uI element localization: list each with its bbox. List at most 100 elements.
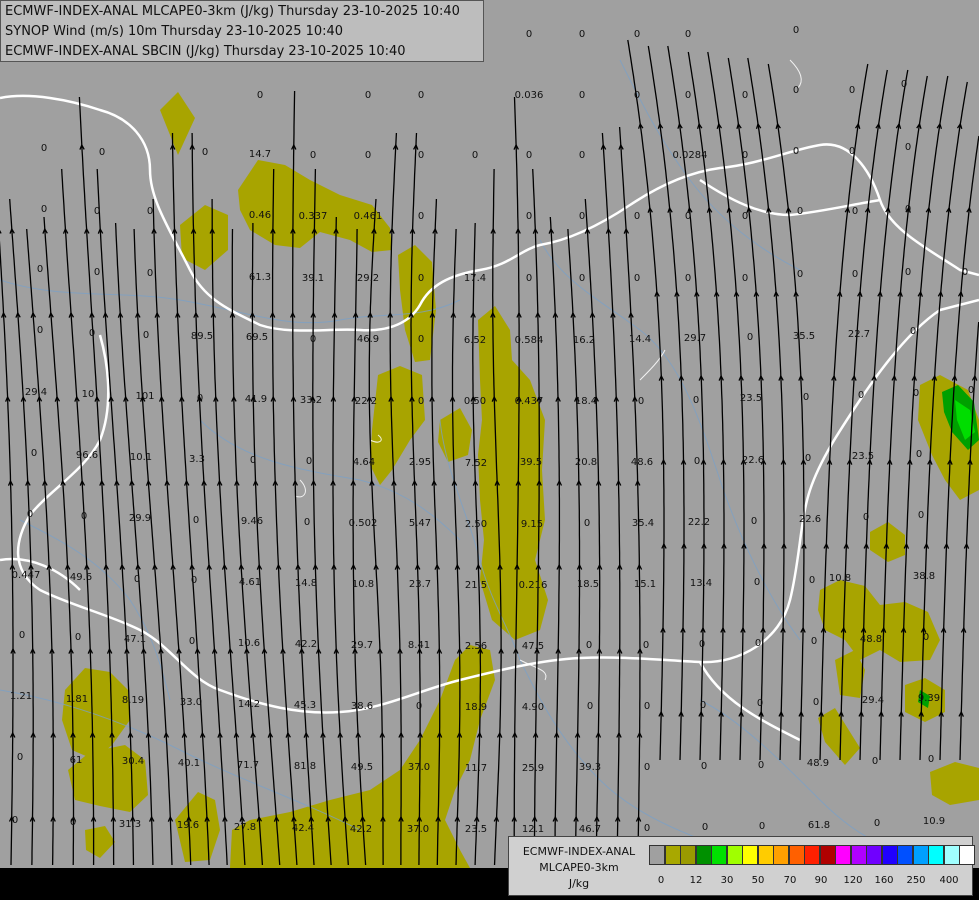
sbcin-label: 0 [418, 334, 424, 345]
sbcin-label: 0 [27, 509, 33, 520]
sbcin-label: 18.9 [465, 702, 487, 713]
sbcin-label: 0 [910, 326, 916, 337]
sbcin-label: 0 [418, 396, 424, 407]
sbcin-label: 0 [189, 636, 195, 647]
sbcin-label: 0 [758, 760, 764, 771]
sbcin-label: 0 [310, 150, 316, 161]
sbcin-label: 0 [638, 396, 644, 407]
legend-swatch [804, 845, 820, 865]
streamline [618, 126, 641, 866]
sbcin-label: 0.50 [464, 396, 486, 407]
sbcin-label: 21.5 [465, 580, 487, 591]
sbcin-label: 0 [193, 515, 199, 526]
sbcin-label: 0 [809, 575, 815, 586]
sbcin-label: 42.2 [350, 824, 372, 835]
sbcin-label: 39.1 [302, 273, 324, 284]
sbcin-label: 0 [304, 517, 310, 528]
legend-swatch [866, 845, 882, 865]
sbcin-label: 0 [962, 267, 968, 278]
legend-swatch [742, 845, 758, 865]
title-line-sbcin: ECMWF-INDEX-ANAL SBCIN (J/kg) Thursday 2… [5, 44, 406, 59]
sbcin-label: 49.6 [70, 572, 92, 583]
streamline [389, 132, 402, 866]
title-line-wind: SYNOP Wind (m/s) 10m Thursday 23-10-2025… [5, 24, 344, 39]
sbcin-label: 0 [742, 150, 748, 161]
sbcin-label: 49.5 [351, 762, 373, 773]
sbcin-label: 0 [75, 632, 81, 643]
sbcin-label: 0 [685, 211, 691, 222]
sbcin-label: 0 [634, 273, 640, 284]
sbcin-label: 30.4 [122, 756, 144, 767]
sbcin-label: 40.1 [178, 758, 200, 769]
sbcin-label: 0 [586, 640, 592, 651]
sbcin-label: 14.2 [238, 699, 260, 710]
sbcin-label: 0 [702, 822, 708, 833]
sbcin-label: 0.036 [515, 90, 544, 101]
sbcin-label: 0 [634, 29, 640, 40]
legend-swatch [773, 845, 789, 865]
sbcin-label: 0 [793, 146, 799, 157]
sbcin-label: 0 [849, 85, 855, 96]
sbcin-label: 42.2 [295, 639, 317, 650]
sbcin-label: 0 [685, 90, 691, 101]
sbcin-label: 0 [12, 815, 18, 826]
sbcin-label: 0 [197, 393, 203, 404]
map-canvas: 0 0 0 0 0 0 0 0 0 0 0 0 0.036 0 0 0 0 0 0 0 0 0 0 14.7 0 0 0 0 0 0 0.0… [0, 25, 979, 868]
legend-swatch [835, 845, 851, 865]
sbcin-label: 22.7 [848, 329, 870, 340]
sbcin-label: 0 [579, 273, 585, 284]
streamline [0, 240, 14, 866]
sbcin-label: 0 [134, 574, 140, 585]
sbcin-label: 10.1 [130, 452, 152, 463]
sbcin-label: 0 [849, 146, 855, 157]
sbcin-label: 0 [579, 90, 585, 101]
sbcin-label: 71.7 [237, 760, 259, 771]
sbcin-label: 14.4 [629, 334, 651, 345]
legend-swatch [695, 845, 712, 865]
streamline [567, 228, 581, 866]
sbcin-label: 0 [257, 90, 263, 101]
sbcin-label: 23.7 [409, 579, 431, 590]
sbcin-label: 0 [751, 516, 757, 527]
sbcin-label: 0 [202, 147, 208, 158]
sbcin-label: 13.4 [690, 578, 712, 589]
sbcin-label: 96.6 [76, 450, 98, 461]
sbcin-label: 0 [579, 150, 585, 161]
sbcin-label: 0 [472, 150, 478, 161]
sbcin-label: 0.337 [299, 211, 328, 222]
wind-arrowhead [0, 230, 2, 234]
legend-swatch [757, 845, 774, 865]
sbcin-label: 0 [918, 510, 924, 521]
sbcin-label: 0 [852, 206, 858, 217]
sbcin-label: 0 [250, 455, 256, 466]
sbcin-label: 42.4 [292, 823, 314, 834]
sbcin-label: 0 [526, 211, 532, 222]
sbcin-label: 0 [905, 267, 911, 278]
sbcin-label: 0 [793, 85, 799, 96]
sbcin-label: 61 [70, 755, 83, 766]
cape-area [160, 92, 195, 155]
sbcin-label: 19.6 [177, 820, 199, 831]
sbcin-label: 0 [587, 701, 593, 712]
sbcin-label: 89.5 [191, 331, 213, 342]
legend-tick-label: 12 [689, 875, 703, 886]
sbcin-label: 0 [928, 754, 934, 765]
cape-shading [62, 92, 979, 868]
sbcin-label: 38.6 [351, 701, 373, 712]
sbcin-label: 0.216 [519, 580, 548, 591]
sbcin-label: 0 [757, 698, 763, 709]
sbcin-label: 0 [418, 90, 424, 101]
sbcin-label: 0 [901, 79, 907, 90]
sbcin-label: 0 [742, 211, 748, 222]
sbcin-label: 8.19 [122, 695, 144, 706]
sbcin-label: 1.21 [10, 691, 32, 702]
sbcin-label: 61.3 [249, 272, 271, 283]
sbcin-label: 15.1 [634, 579, 656, 590]
sbcin-label: 0 [17, 752, 23, 763]
sbcin-label: 0 [754, 577, 760, 588]
legend-swatch [788, 845, 805, 865]
sbcin-label: 16.2 [573, 335, 595, 346]
sbcin-label: 35.5 [793, 331, 815, 342]
sbcin-label: 33.2 [300, 395, 322, 406]
sbcin-label: 0 [747, 332, 753, 343]
